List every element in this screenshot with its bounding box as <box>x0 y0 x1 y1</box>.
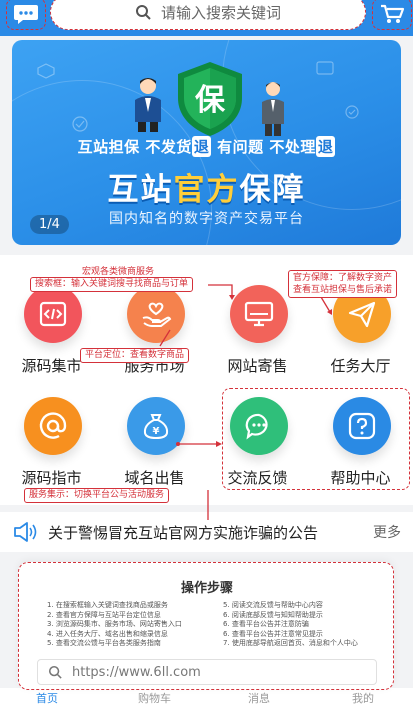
announcement-more-link[interactable]: 更多 <box>373 522 401 542</box>
announcement-text: 关于警惕冒充互站官网方实施诈骗的公告 <box>48 523 319 542</box>
annotation-box-feedback-help <box>222 388 410 490</box>
search-placeholder: 请输入搜索关键词 <box>160 3 281 22</box>
url-input[interactable]: https://www.6ll.com <box>37 659 377 685</box>
banner-subtitle: 互站担保 不发货退 有问题 不处理退 <box>77 136 336 157</box>
grid-item-label: 域名出售 <box>124 469 185 487</box>
svg-text:¥: ¥ <box>153 426 160 437</box>
banner-pager: 1/4 <box>30 215 69 234</box>
tab-messages[interactable]: 消息 <box>248 690 270 706</box>
steps-list-right: 5. 阅读交流反馈与帮助中心内容 6. 阅读底部反馈与知知帮助提示 6. 查看平… <box>223 601 358 647</box>
annotation-quick-nav: 服务集示：切换平台公与活动服务 <box>24 488 170 503</box>
merchant-figure-icon <box>262 82 284 136</box>
at-icon <box>24 397 82 455</box>
banner-description: 国内知名的数字资产交易平台 <box>109 211 304 227</box>
agent-figure-icon <box>135 78 161 132</box>
shield-icon: 保 <box>178 62 242 136</box>
announcement-bar[interactable]: 关于警惕冒充互站官网方实施诈骗的公告 更多 <box>0 512 413 552</box>
steps-list-left: 1. 在搜索框输入关键词查找商品或服务 2. 查看官方保障与互站平台定位信息 3… <box>47 601 182 647</box>
top-bar: 请输入搜索关键词 <box>0 0 413 36</box>
tab-cart[interactable]: 购物车 <box>138 690 171 706</box>
cart-icon[interactable] <box>372 0 412 30</box>
search-input[interactable]: 请输入搜索关键词 <box>50 0 366 30</box>
operation-steps-panel: 操作步骤 1. 在搜索框输入关键词查找商品或服务 2. 查看官方保障与互站平台定… <box>18 562 394 690</box>
grid-item-domain-sale[interactable]: ¥ 域名出售 <box>103 367 206 487</box>
code-icon <box>24 285 82 343</box>
shield-text: 保 <box>195 83 226 118</box>
tab-home[interactable]: 首页 <box>36 690 58 706</box>
search-icon <box>135 5 151 20</box>
grid-item-label: 源码指市 <box>21 469 82 487</box>
money-bag-icon: ¥ <box>127 397 185 455</box>
tab-profile[interactable]: 我的 <box>352 690 374 706</box>
annotation-positioning: 平台定位：查看数字商品 <box>80 348 190 363</box>
grid-item-source-index[interactable]: 源码指市 <box>0 367 103 487</box>
promo-banner[interactable]: 保 互站担保 不发货退 有问题 不处理退 互站官方保障 国内知名的数字资产交易平… <box>12 40 401 245</box>
url-text: https://www.6ll.com <box>72 664 201 680</box>
steps-title: 操作步骤 <box>180 581 233 596</box>
search-icon <box>48 665 62 679</box>
speaker-icon <box>14 522 37 542</box>
monitor-icon <box>230 285 288 343</box>
chat-icon[interactable] <box>6 0 46 30</box>
annotation-official: 官方保障：了解数字资产 查看互站担保与售后承诺 <box>288 270 398 298</box>
banner-title: 互站官方保障 <box>107 172 306 208</box>
heart-hand-icon <box>127 285 185 343</box>
annotation-search-box: 搜索框：输入关键词搜寻找商品与订单 <box>30 277 194 292</box>
bottom-tab-bar: 首页 购物车 消息 我的 <box>0 688 413 710</box>
